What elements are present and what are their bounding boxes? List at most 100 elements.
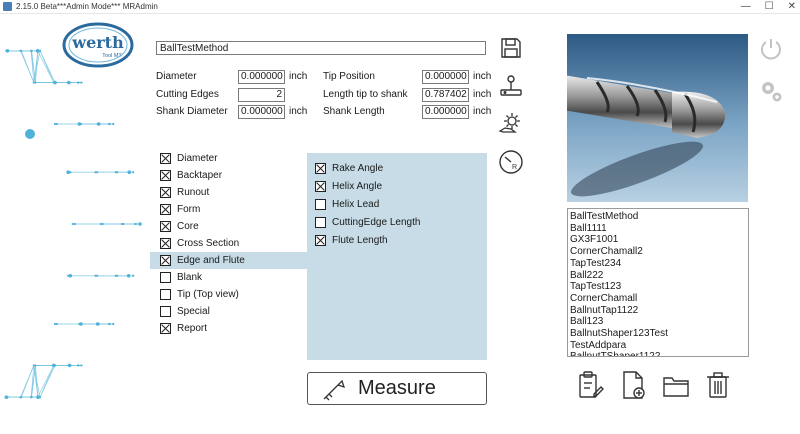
subcheck-item[interactable]: Flute Length bbox=[307, 231, 487, 249]
bottom-toolbar bbox=[576, 370, 729, 402]
check-label: Edge and Flute bbox=[177, 255, 245, 266]
logo-sub: Tool MT bbox=[102, 53, 122, 59]
subcheck-label: Helix Lead bbox=[332, 198, 380, 210]
params-left-value[interactable]: 0.000000 bbox=[238, 105, 285, 119]
check-checkbox[interactable] bbox=[160, 323, 171, 334]
check-checkbox[interactable] bbox=[160, 289, 171, 300]
check-item[interactable]: Tip (Top view) bbox=[150, 286, 308, 303]
method-list-item[interactable]: TestAddpara bbox=[570, 340, 746, 352]
params-left-value[interactable]: 0.000000 bbox=[238, 70, 285, 84]
check-item[interactable]: Report bbox=[150, 320, 308, 337]
method-list-item[interactable]: BallnutShaper123Test bbox=[570, 328, 746, 340]
check-item[interactable]: Edge and Flute bbox=[150, 252, 308, 269]
subcheck-checkbox[interactable] bbox=[315, 198, 326, 210]
globe-network-graphic bbox=[4, 48, 142, 400]
maximize-button[interactable]: ☐ bbox=[765, 1, 774, 12]
subcheck-checkbox[interactable] bbox=[315, 234, 326, 246]
method-list-item[interactable]: CornerChamall2 bbox=[570, 246, 746, 258]
subcheck-checkbox[interactable] bbox=[315, 162, 326, 174]
check-label: Core bbox=[177, 221, 199, 232]
params-left-row: Shank Diameter 0.000000 inch bbox=[156, 105, 311, 119]
check-checkbox[interactable] bbox=[160, 204, 171, 215]
werth-logo: werth Tool MT bbox=[62, 22, 134, 68]
method-name-field[interactable]: BallTestMethod bbox=[156, 41, 486, 55]
save-icon[interactable] bbox=[496, 34, 526, 62]
check-checkbox[interactable] bbox=[160, 153, 171, 164]
check-checkbox[interactable] bbox=[160, 238, 171, 249]
params-right-label: Shank Length bbox=[323, 106, 385, 117]
subcheck-label: Flute Length bbox=[332, 234, 388, 246]
logo-brand: werth bbox=[71, 33, 124, 52]
check-checkbox[interactable] bbox=[160, 187, 171, 198]
check-checkbox[interactable] bbox=[160, 255, 171, 266]
check-item[interactable]: Blank bbox=[150, 269, 308, 286]
check-checkbox[interactable] bbox=[160, 221, 171, 232]
measure-label: Measure bbox=[358, 377, 436, 399]
check-checkbox[interactable] bbox=[160, 306, 171, 317]
measure-button[interactable]: Measure bbox=[307, 372, 487, 405]
method-list-item[interactable]: Ball123 bbox=[570, 316, 746, 328]
params-right-label: Tip Position bbox=[323, 71, 375, 82]
params-right-row: Length tip to shank 0.787402 inch bbox=[323, 88, 495, 102]
params-left-value[interactable]: 2 bbox=[238, 88, 285, 102]
method-list[interactable]: BallTestMethod Ball1111 GX3F1001 CornerCham… bbox=[567, 208, 749, 357]
subcheck-item[interactable]: Rake Angle bbox=[307, 159, 487, 177]
open-folder-icon[interactable] bbox=[662, 370, 690, 400]
method-list-item[interactable]: BallTestMethod bbox=[570, 211, 746, 223]
params-right-unit: inch bbox=[473, 89, 492, 100]
measurement-checklist: Diameter Backtaper Runout Form Core Cross Sec… bbox=[150, 150, 308, 337]
params-right-unit: inch bbox=[473, 71, 492, 82]
method-list-item[interactable]: GX3F1001 bbox=[570, 234, 746, 246]
method-list-item[interactable]: BallnutTap1122 bbox=[570, 305, 746, 317]
check-label: Cross Section bbox=[177, 238, 240, 249]
method-list-item[interactable]: CornerChamall bbox=[570, 293, 746, 305]
params-right-value[interactable]: 0.787402 bbox=[422, 88, 469, 102]
check-label: Backtaper bbox=[177, 170, 223, 181]
app-icon bbox=[3, 2, 12, 11]
params-left-unit: inch bbox=[289, 71, 308, 82]
minimize-button[interactable]: — bbox=[741, 1, 751, 12]
gears-icon[interactable] bbox=[758, 78, 784, 104]
settings-gear-hand-icon[interactable] bbox=[496, 110, 526, 138]
check-label: Report bbox=[177, 323, 208, 334]
window-title: 2.15.0 Beta***Admin Mode*** MRAdmin bbox=[16, 2, 158, 11]
joystick-icon[interactable] bbox=[496, 72, 526, 100]
check-label: Blank bbox=[177, 272, 203, 283]
check-item[interactable]: Form bbox=[150, 201, 308, 218]
subcheck-item[interactable]: Helix Lead bbox=[307, 195, 487, 213]
edit-clipboard-icon[interactable] bbox=[576, 370, 604, 400]
subcheck-item[interactable]: CuttingEdge Length bbox=[307, 213, 487, 231]
method-list-item[interactable]: Ball222 bbox=[570, 270, 746, 282]
check-checkbox[interactable] bbox=[160, 170, 171, 181]
check-item[interactable]: Cross Section bbox=[150, 235, 308, 252]
check-item[interactable]: Diameter bbox=[150, 150, 308, 167]
params-left-label: Shank Diameter bbox=[156, 106, 228, 117]
params-right-label: Length tip to shank bbox=[323, 89, 408, 100]
method-list-item[interactable]: BallnutTShaper1122 bbox=[570, 351, 746, 356]
gauge-r-icon[interactable]: R bbox=[496, 148, 526, 176]
svg-text:R: R bbox=[512, 164, 517, 171]
check-item[interactable]: Core bbox=[150, 218, 308, 235]
subcheck-checkbox[interactable] bbox=[315, 180, 326, 192]
new-file-icon[interactable] bbox=[620, 370, 648, 400]
params-right-value[interactable]: 0.000000 bbox=[422, 70, 469, 84]
subcheck-label: CuttingEdge Length bbox=[332, 216, 421, 228]
check-checkbox[interactable] bbox=[160, 272, 171, 283]
check-item[interactable]: Runout bbox=[150, 184, 308, 201]
check-label: Form bbox=[177, 204, 201, 215]
check-label: Runout bbox=[177, 187, 210, 198]
subcheck-label: Rake Angle bbox=[332, 162, 384, 174]
close-button[interactable]: ✕ bbox=[788, 1, 796, 12]
method-list-item[interactable]: TapTest234 bbox=[570, 258, 746, 270]
check-item[interactable]: Backtaper bbox=[150, 167, 308, 184]
probe-icon bbox=[323, 379, 346, 400]
delete-trash-icon[interactable] bbox=[704, 370, 732, 400]
params-right-value[interactable]: 0.000000 bbox=[422, 105, 469, 119]
method-list-item[interactable]: TapTest123 bbox=[570, 281, 746, 293]
power-icon[interactable] bbox=[758, 36, 784, 62]
check-item[interactable]: Special bbox=[150, 303, 308, 320]
subcheck-item[interactable]: Helix Angle bbox=[307, 177, 487, 195]
window-titlebar: 2.15.0 Beta***Admin Mode*** MRAdmin — ☐ … bbox=[0, 0, 800, 14]
method-list-item[interactable]: Ball1111 bbox=[570, 223, 746, 235]
subcheck-checkbox[interactable] bbox=[315, 216, 326, 228]
